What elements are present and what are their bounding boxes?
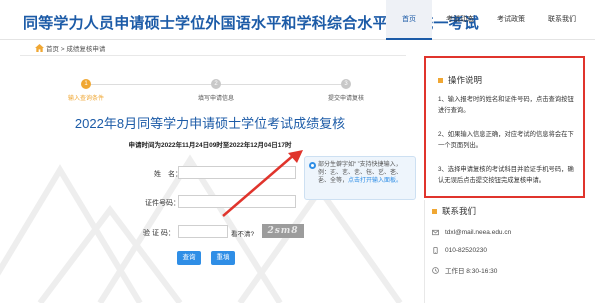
square-bullet-icon (438, 78, 443, 84)
square-bullet-icon (432, 209, 437, 215)
application-period: 申请时间为2022年11月24日09时至2022年12月04日17时 (128, 142, 292, 149)
rare-char-hint: 部分生僻字如“ ”支持快捷输入，例：㐉、㐊、㐋、㐌、㐍、㐎、㐏、全等，点击打开输… (304, 156, 416, 200)
instruction-item-1: 1、输入报考时的姓名和证件号码，点击查询按钮进行查询。 (438, 96, 574, 114)
step-2-label: 填写申请信息 (197, 96, 235, 102)
captcha-refresh-link[interactable]: 看不清? (231, 228, 254, 238)
phone-icon (433, 247, 438, 254)
breadcrumb: 首页 > 成绩复核申请 (35, 43, 105, 53)
instructions-title: 操作说明 (438, 74, 482, 86)
contact-phone: 010-82520230 (432, 247, 487, 254)
page-title: 2022年8月同等学力申请硕士学位考试成绩复核 (74, 116, 346, 131)
nav-exam-news[interactable]: 考试动态 (437, 0, 483, 40)
step-3-label: 提交申请复核 (327, 96, 365, 102)
id-number-label: 证件号码： (145, 200, 180, 207)
step-1-dot: 1 (81, 79, 91, 89)
nav-contact[interactable]: 联系我们 (539, 0, 585, 40)
red-arrow-annotation (222, 150, 303, 217)
captcha-label: 验 证 码： (143, 230, 175, 237)
contact-title: 联系我们 (432, 205, 476, 217)
clock-icon (432, 266, 439, 274)
instruction-item-3: 3、选择申请复核的考试科目并验证手机号码，确认无误后点击提交按钮完成复核申请。 (438, 166, 574, 184)
step-2-dot: 2 (211, 79, 221, 89)
captcha-input[interactable] (178, 225, 228, 238)
open-input-panel-link[interactable]: 点击打开输入面板。 (348, 178, 402, 184)
info-radio-icon (309, 162, 316, 169)
email-icon (432, 229, 439, 236)
breadcrumb-divider (20, 55, 406, 56)
breadcrumb-text[interactable]: 首页 > 成绩复核申请 (46, 43, 105, 53)
home-icon (35, 44, 44, 52)
contact-email: tdxl@mail.neea.edu.cn (432, 229, 511, 236)
header: 同等学力人员申请硕士学位外国语水平和学科综合水平全国统一考试 首页 考试动态 考… (0, 0, 595, 40)
step-1-label: 输入查询条件 (67, 96, 105, 102)
reset-button[interactable]: 重填 (211, 251, 235, 265)
nav-home[interactable]: 首页 (386, 0, 432, 40)
nav-exam-policy[interactable]: 考试政策 (488, 0, 534, 40)
instruction-item-2: 2、如果输入信息正确，对应考试的信息将会在下一个页面列出。 (438, 131, 574, 149)
query-button[interactable]: 查询 (177, 251, 201, 265)
captcha-image[interactable]: 2sm8 (262, 224, 304, 238)
instructions-panel: 操作说明 1、输入报考时的姓名和证件号码，点击查询按钮进行查询。 2、如果输入信… (424, 56, 585, 198)
main-nav: 首页 考试动态 考试政策 联系我们 (386, 0, 590, 40)
sidebar-divider (424, 200, 425, 303)
step-3-dot: 3 (341, 79, 351, 89)
contact-hours: 工作日 8:30-16:30 (432, 265, 497, 275)
